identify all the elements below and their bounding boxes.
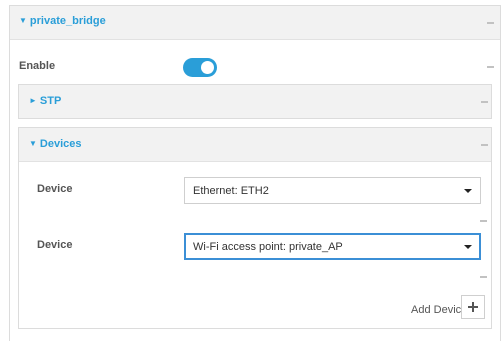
private-bridge-title-text: private_bridge [29, 15, 106, 27]
caret-down-icon [464, 189, 472, 193]
device-select-value-2: Wi-Fi access point: private_AP [193, 241, 343, 253]
collapse-triangle-icon: ► [29, 96, 37, 105]
private-bridge-header[interactable]: ▼ private_bridge [10, 6, 500, 40]
device-label-1: Device [37, 183, 73, 195]
device-select-value-1: Ethernet: ETH2 [193, 185, 269, 197]
expand-triangle-icon: ▼ [19, 16, 27, 25]
stp-menu-dash-icon[interactable] [481, 101, 488, 103]
add-device-label: Add Device [411, 304, 468, 316]
private-bridge-panel: ▼ private_bridge Enable ► STP ▼ Devices Dev… [9, 5, 501, 341]
devices-header[interactable]: ▼ Devices [19, 128, 491, 162]
stp-section: ► STP [18, 84, 492, 119]
device-1-menu-dash-icon[interactable] [480, 220, 487, 222]
device-select-1[interactable]: Ethernet: ETH2 [184, 177, 481, 204]
stp-header[interactable]: ► STP [19, 85, 491, 118]
toggle-knob [201, 61, 214, 74]
add-device-button[interactable] [461, 295, 485, 319]
plus-icon-vertical [472, 302, 474, 312]
expand-triangle-icon: ▼ [29, 139, 37, 148]
private-bridge-title[interactable]: ▼ private_bridge [19, 15, 106, 27]
devices-menu-dash-icon[interactable] [481, 144, 488, 146]
device-2-menu-dash-icon[interactable] [480, 276, 487, 278]
enable-menu-dash-icon[interactable] [487, 66, 494, 68]
stp-title-text: STP [39, 95, 62, 107]
devices-section: ▼ Devices [18, 127, 492, 329]
enable-label: Enable [19, 60, 56, 72]
enable-toggle[interactable] [183, 58, 217, 77]
caret-down-icon [464, 245, 472, 249]
devices-title-text: Devices [39, 138, 82, 150]
device-select-2[interactable]: Wi-Fi access point: private_AP [184, 233, 481, 260]
devices-title[interactable]: ▼ Devices [29, 138, 82, 150]
stp-title[interactable]: ► STP [29, 95, 61, 107]
bridge-menu-dash-icon[interactable] [487, 22, 494, 24]
device-label-2: Device [37, 239, 73, 251]
